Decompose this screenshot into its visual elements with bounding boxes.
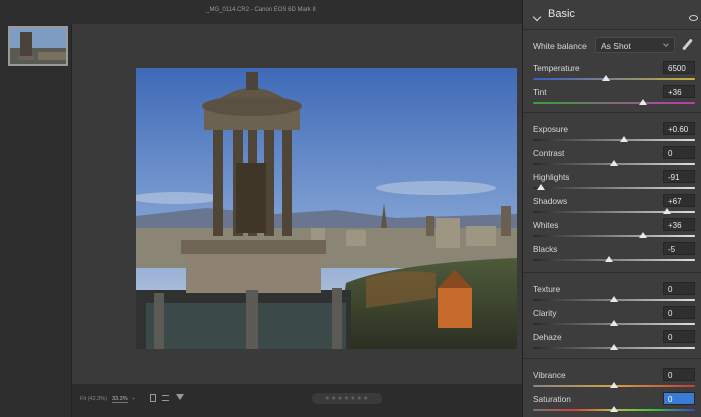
title-bar: _MG_0114.CR2 - Canon EOS 6D Mark II	[0, 0, 522, 24]
temperature-slider-track[interactable]	[533, 78, 695, 80]
clarity-value-input[interactable]: 0	[663, 306, 695, 319]
highlights-slider-thumb[interactable]	[537, 184, 546, 190]
temperature-slider-thumb[interactable]	[601, 75, 610, 81]
dehaze-label: Dehaze	[533, 332, 562, 342]
tint-slider-thumb[interactable]	[639, 99, 648, 105]
whites-slider-thumb[interactable]	[639, 232, 648, 238]
vibrance-slider-thumb[interactable]	[610, 382, 618, 388]
bottom-toolbar: Fit (42.3%) 33.3% ÷ ★★★★★★★	[72, 384, 522, 417]
highlights-value-input[interactable]: -91	[663, 170, 695, 183]
filmstrip-thumbnail[interactable]	[8, 26, 68, 66]
saturation-slider-thumb[interactable]	[610, 406, 618, 412]
white-balance-value: As Shot	[601, 41, 631, 51]
tint-label: Tint	[533, 87, 547, 97]
adjustments-panel: Basic White balance As Shot Temperature 6…	[522, 0, 701, 417]
highlights-slider-track[interactable]	[533, 187, 695, 189]
panel-divider	[523, 29, 701, 30]
photo-image	[136, 68, 517, 349]
photo-preview[interactable]	[136, 68, 517, 349]
zoom-dropdown-arrow[interactable]: ÷	[132, 396, 135, 402]
blacks-label: Blacks	[533, 244, 558, 254]
exposure-slider-track[interactable]	[533, 139, 695, 141]
thumbnail-image	[10, 28, 66, 64]
eyedropper-icon[interactable]	[682, 38, 693, 51]
saturation-label: Saturation	[533, 394, 571, 404]
contrast-value-input[interactable]: 0	[663, 146, 695, 159]
vibrance-value-input[interactable]: 0	[663, 368, 695, 381]
shadows-label: Shadows	[533, 196, 568, 206]
texture-slider-thumb[interactable]	[610, 296, 618, 302]
tint-slider-track[interactable]	[533, 102, 695, 104]
star-rating[interactable]: ★★★★★★★	[312, 393, 382, 404]
clarity-slider-thumb[interactable]	[610, 320, 618, 326]
exposure-value-input[interactable]: +0.60	[663, 122, 695, 135]
temperature-value-input[interactable]: 6500	[663, 61, 695, 74]
whites-value-input[interactable]: +36	[663, 218, 695, 231]
blacks-value-input[interactable]: -5	[663, 242, 695, 255]
contrast-slider-thumb[interactable]	[610, 160, 618, 166]
exposure-slider-thumb[interactable]	[619, 136, 628, 142]
panel-title: Basic	[548, 8, 575, 20]
temperature-label: Temperature	[533, 63, 580, 73]
tint-value-input[interactable]: +36	[663, 85, 695, 98]
white-balance-label: White balance	[533, 41, 587, 51]
compare-icon[interactable]	[150, 394, 156, 402]
dehaze-slider-thumb[interactable]	[610, 344, 618, 350]
contrast-label: Contrast	[533, 148, 565, 158]
highlights-label: Highlights	[533, 172, 570, 182]
chevron-down-icon	[663, 41, 669, 47]
saturation-value-input[interactable]: 0	[663, 392, 695, 405]
white-balance-select[interactable]: As Shot	[595, 37, 675, 53]
whites-slider-track[interactable]	[533, 235, 695, 237]
zoom-value[interactable]: 33.3%	[112, 396, 128, 403]
filter-icon[interactable]	[176, 394, 184, 400]
sort-icon[interactable]	[162, 395, 169, 401]
window-title: _MG_0114.CR2 - Canon EOS 6D Mark II	[206, 7, 316, 13]
fit-label[interactable]: Fit (42.3%)	[80, 396, 107, 402]
chevron-down-icon[interactable]	[532, 12, 542, 22]
exposure-label: Exposure	[533, 124, 569, 134]
panel-divider	[523, 358, 701, 359]
texture-label: Texture	[533, 284, 561, 294]
shadows-slider-thumb[interactable]	[663, 208, 672, 214]
blacks-slider-thumb[interactable]	[605, 256, 614, 262]
panel-divider	[523, 272, 701, 273]
vibrance-label: Vibrance	[533, 370, 566, 380]
clarity-label: Clarity	[533, 308, 557, 318]
whites-label: Whites	[533, 220, 559, 230]
panel-divider	[523, 112, 701, 113]
texture-value-input[interactable]: 0	[663, 282, 695, 295]
shadows-value-input[interactable]: +67	[663, 194, 695, 207]
visibility-eye-icon[interactable]	[689, 15, 698, 21]
dehaze-value-input[interactable]: 0	[663, 330, 695, 343]
filmstrip	[0, 24, 72, 417]
blacks-slider-track[interactable]	[533, 259, 695, 261]
